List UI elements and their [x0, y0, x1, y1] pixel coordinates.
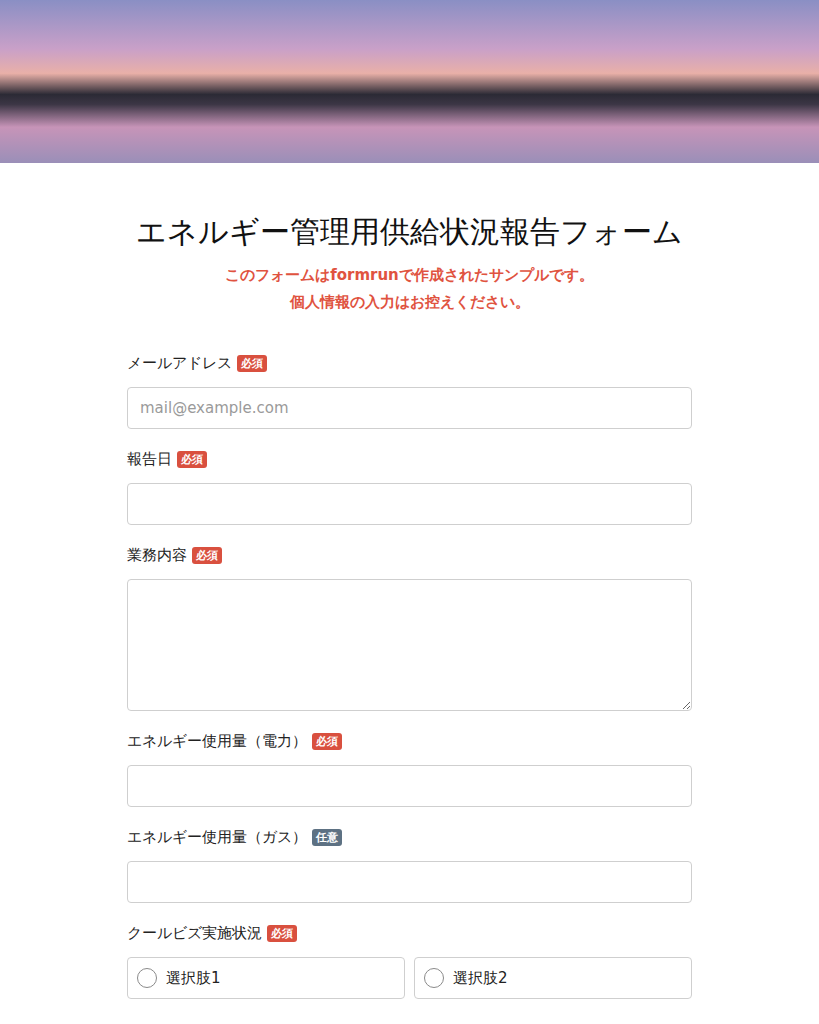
notice: このフォームはformrunで作成されたサンプルです。個人情報の入力はお控えくだ…: [225, 262, 594, 316]
radio-option[interactable]: 選択肢2: [414, 957, 692, 999]
page: エネルギー管理用供給状況報告フォームこのフォームはformrunで作成されたサン…: [0, 0, 819, 999]
radio-group: 選択肢1選択肢2: [127, 957, 692, 999]
required-badge: 必須: [312, 733, 342, 750]
textarea[interactable]: [127, 579, 692, 711]
field-label: メールアドレス必須: [127, 352, 692, 374]
notice-line: 個人情報の入力はお控えください。: [290, 289, 530, 316]
form-field: 報告日必須: [127, 448, 692, 525]
text-input[interactable]: [127, 861, 692, 903]
text-input[interactable]: [127, 387, 692, 429]
form: メールアドレス必須報告日必須業務内容必須エネルギー使用量（電力）必須エネルギー使…: [127, 352, 692, 999]
form-title: エネルギー管理用供給状況報告フォーム: [136, 212, 683, 252]
form-field: クールビズ実施状況必須選択肢1選択肢2: [127, 922, 692, 999]
form-field: メールアドレス必須: [127, 352, 692, 429]
field-label: クールビズ実施状況必須: [127, 922, 692, 944]
required-badge: 必須: [177, 451, 207, 468]
form-field: エネルギー使用量（電力）必須: [127, 730, 692, 807]
radio-circle-icon[interactable]: [137, 968, 157, 988]
text-input[interactable]: [127, 765, 692, 807]
required-badge: 必須: [192, 547, 222, 564]
form-field: 業務内容必須: [127, 544, 692, 711]
form-field: エネルギー使用量（ガス）任意: [127, 826, 692, 903]
field-label: エネルギー使用量（電力）必須: [127, 730, 692, 752]
sunset-lake: [0, 0, 819, 163]
field-label: 報告日必須: [127, 448, 692, 470]
text-input[interactable]: [127, 483, 692, 525]
radio-option[interactable]: 選択肢1: [127, 957, 405, 999]
required-badge: 必須: [237, 355, 267, 372]
notice-line: このフォームはformrunで作成されたサンプルです。: [225, 262, 594, 289]
required-badge: 必須: [267, 925, 297, 942]
field-label: 業務内容必須: [127, 544, 692, 566]
required-badge: 任意: [312, 829, 342, 846]
radio-circle-icon[interactable]: [424, 968, 444, 988]
field-label: エネルギー使用量（ガス）任意: [127, 826, 692, 848]
